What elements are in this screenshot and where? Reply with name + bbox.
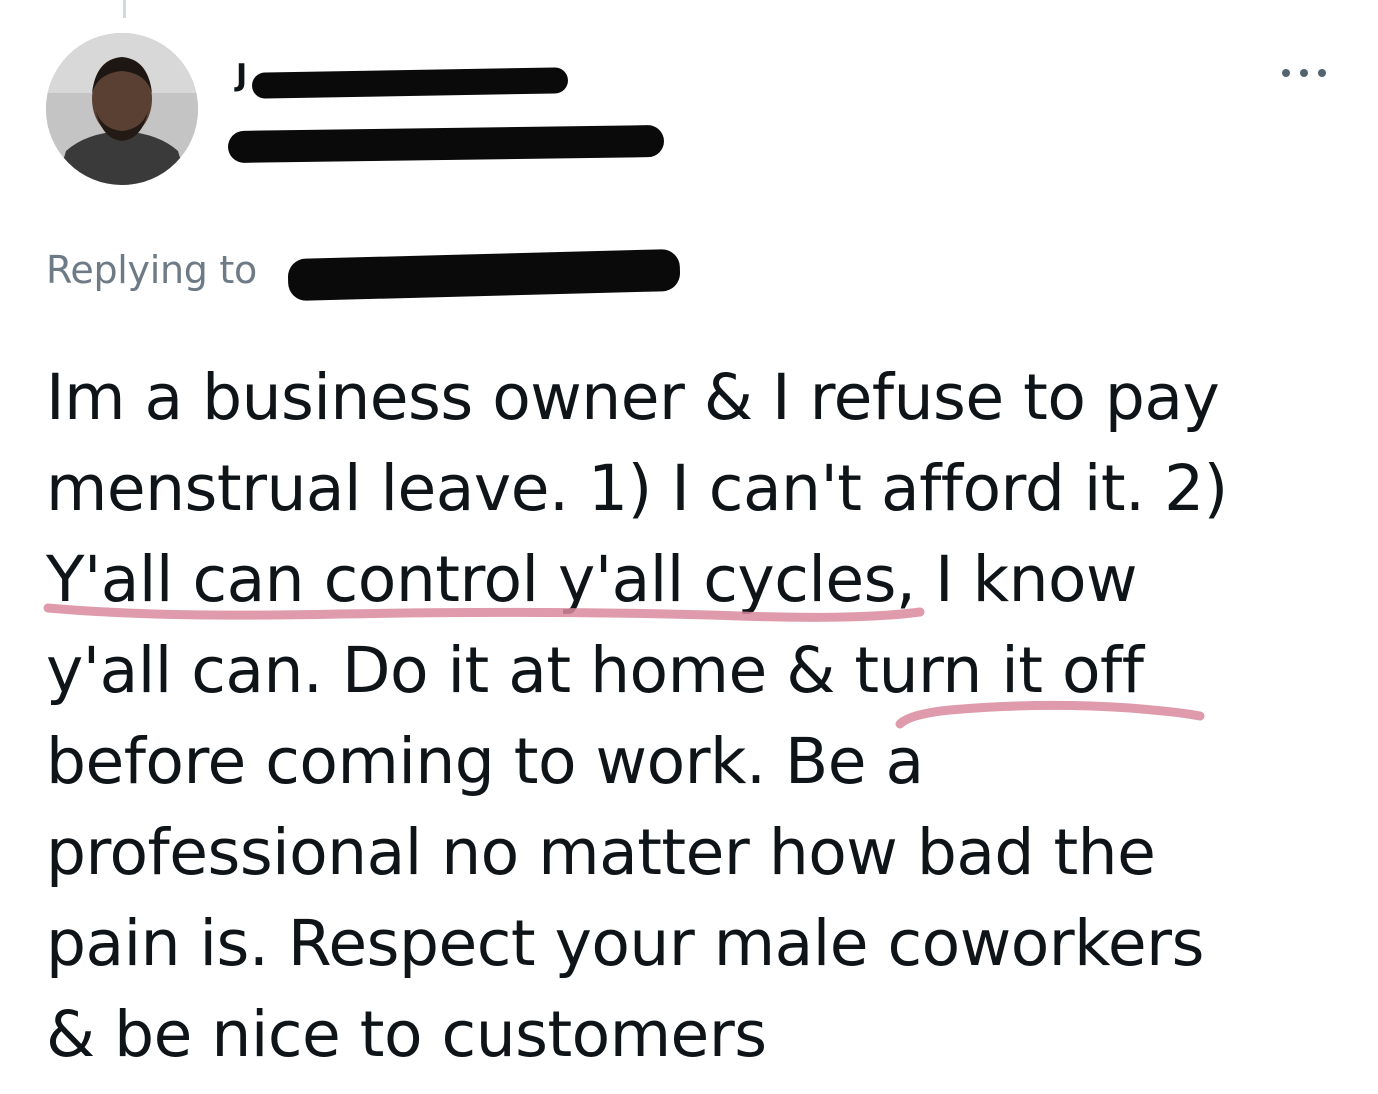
tweet-line: Y'all can control y'all cycles, I know (46, 543, 1138, 616)
tweet-line: pain is. Respect your male coworkers (46, 907, 1204, 980)
author-avatar[interactable] (46, 33, 198, 185)
name-redaction (251, 67, 569, 99)
tweet-line: y'all can. Do it at home & turn it off (46, 634, 1144, 707)
tweet-line: professional no matter how bad the (46, 816, 1156, 889)
author-name[interactable]: J (236, 58, 576, 99)
more-dot (1300, 69, 1308, 77)
handle-redaction (227, 124, 665, 164)
tweet-line: Im a business owner & I refuse to pay (46, 361, 1220, 434)
author-name-initial: J (236, 58, 248, 93)
more-dot (1282, 69, 1290, 77)
replying-to-label: Replying to (46, 248, 257, 292)
replying-to-handle-redaction[interactable] (287, 248, 681, 302)
more-options-icon[interactable] (1282, 66, 1326, 80)
tweet-line: before coming to work. Be a (46, 725, 924, 798)
tweet-line: menstrual leave. 1) I can't afford it. 2… (46, 452, 1228, 525)
tweet-text: Im a business owner & I refuse to pay me… (46, 352, 1336, 1080)
thread-connector-line (123, 0, 126, 18)
avatar-photo (46, 33, 198, 185)
tweet-line: & be nice to customers (46, 998, 767, 1071)
more-dot (1318, 69, 1326, 77)
